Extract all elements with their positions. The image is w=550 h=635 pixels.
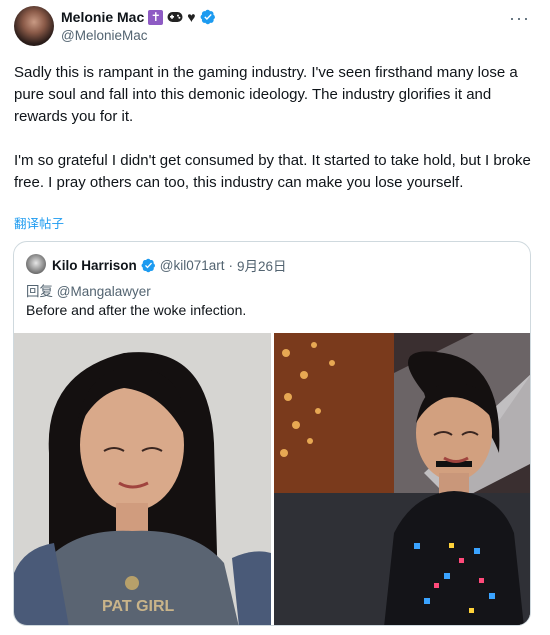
more-horizontal-icon[interactable]: ···: [509, 8, 530, 29]
quoted-display-name[interactable]: Kilo Harrison: [52, 258, 137, 273]
photo-before[interactable]: PAT GIRL: [14, 333, 271, 625]
tweet-paragraph-2: I'm so grateful I didn't get consumed by…: [14, 152, 531, 191]
photo-after[interactable]: [274, 333, 530, 625]
gamepad-emoji-icon: [167, 11, 183, 23]
author-display-name[interactable]: Melonie Mac: [61, 9, 144, 25]
quoted-separator: ·: [228, 257, 234, 273]
verified-badge-icon: [141, 258, 155, 272]
reply-prefix: 回复: [26, 284, 53, 299]
avatar[interactable]: [14, 6, 54, 46]
quoted-avatar[interactable]: [26, 254, 46, 274]
quoted-handle[interactable]: @kil071art: [160, 258, 225, 273]
verified-badge-icon: [200, 9, 215, 25]
reply-mention-link[interactable]: @Mangalawyer: [57, 284, 151, 299]
cross-emoji-icon: ✝: [148, 9, 164, 25]
quoted-date[interactable]: 9月26日: [237, 255, 287, 275]
tweet-text: Sadly this is rampant in the gaming indu…: [14, 62, 534, 216]
quoted-media: PAT GIRL: [14, 333, 530, 625]
author-name-row: Melonie Mac ✝ ♥: [61, 8, 216, 26]
author-handle[interactable]: @MelonieMac: [61, 28, 147, 43]
tweet-paragraph-1: Sadly this is rampant in the gaming indu…: [14, 64, 518, 125]
quoted-author-row: Kilo Harrison @kil071art · 9月26日: [52, 255, 287, 275]
translate-link[interactable]: 翻译帖子: [14, 213, 64, 232]
svg-text:PAT GIRL: PAT GIRL: [102, 598, 175, 615]
quoted-tweet[interactable]: Kilo Harrison @kil071art · 9月26日 回复 @Man…: [13, 241, 531, 626]
quoted-text: Before and after the woke infection.: [26, 302, 247, 318]
black-heart-emoji-icon: ♥: [187, 9, 196, 25]
tweet: Melonie Mac ✝ ♥ @MelonieMac ··· Sadly th…: [0, 0, 550, 635]
reply-context: 回复 @Mangalawyer: [26, 280, 151, 300]
